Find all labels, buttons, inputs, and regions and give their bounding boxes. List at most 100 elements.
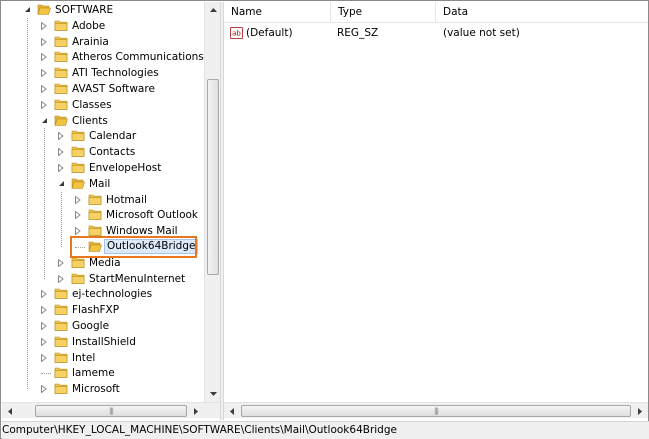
tree-item-outlook64bridge[interactable]: Outlook64Bridge — [2, 239, 204, 255]
tree-item-label: Intel — [72, 351, 96, 364]
expand-arrow-icon[interactable] — [58, 274, 65, 283]
column-header-data[interactable]: Data — [436, 2, 648, 23]
expand-arrow-icon[interactable] — [41, 69, 48, 78]
folder-icon — [54, 50, 68, 63]
tree-connector-line — [44, 128, 45, 279]
scroll-left-arrow-icon[interactable] — [224, 403, 240, 419]
folder-icon — [71, 256, 85, 269]
tree-item-label: EnvelopeHost — [89, 162, 162, 174]
tree-item-label: Microsoft Outlook — [106, 209, 199, 222]
tree-item-lameme[interactable]: lameme — [2, 365, 204, 381]
tree-item-label: ATI Technologies — [72, 67, 159, 80]
scroll-grip-icon: ||| — [433, 407, 439, 415]
scroll-down-arrow-icon[interactable] — [205, 386, 220, 402]
folder-icon — [54, 114, 68, 127]
expand-arrow-icon[interactable] — [41, 385, 48, 394]
tree-item-software[interactable]: SOFTWARE — [2, 2, 204, 18]
tree-item-ej-technologies[interactable]: ej-technologies — [2, 286, 204, 302]
expand-arrow-icon[interactable] — [58, 258, 65, 267]
expand-arrow-icon[interactable] — [41, 21, 48, 30]
scroll-right-arrow-icon[interactable] — [188, 403, 204, 419]
folder-icon — [54, 351, 68, 364]
expand-arrow-icon[interactable] — [41, 322, 48, 330]
tree-item-label: Windows Mail — [106, 225, 178, 238]
tree-item-label: Google — [72, 320, 110, 332]
tree-item-microsoft-outlook[interactable]: Microsoft Outlook — [2, 207, 204, 223]
tree-item-adobe[interactable]: Adobe — [2, 18, 204, 34]
tree-item-mail[interactable]: Mail — [2, 176, 204, 192]
folder-icon — [54, 287, 68, 300]
expand-arrow-icon[interactable] — [41, 85, 48, 93]
collapse-arrow-icon[interactable] — [41, 117, 48, 125]
folder-icon — [71, 272, 85, 285]
tree-item-classes[interactable]: Classes — [2, 97, 204, 113]
value-row-default[interactable]: ab (Default) REG_SZ (value not set) — [224, 25, 648, 42]
expand-arrow-icon[interactable] — [41, 306, 48, 315]
tree-item-label: StartMenuInternet — [89, 272, 186, 285]
folder-icon — [54, 66, 68, 79]
tree-item-ati-technologies[interactable]: ATI Technologies — [2, 65, 204, 81]
tree-item-label: Mail — [89, 177, 111, 190]
folder-icon — [54, 366, 68, 379]
expand-arrow-icon[interactable] — [58, 132, 65, 141]
column-header-type[interactable]: Type — [331, 2, 436, 23]
expand-arrow-icon[interactable] — [41, 337, 48, 346]
registry-values-list: Name Type Data ab (Default) REG_SZ (valu… — [224, 2, 648, 420]
expand-arrow-icon[interactable] — [41, 53, 48, 62]
registry-key-tree: SOFTWARE Adobe Arainia Atheros Communicatio… — [2, 2, 220, 420]
tree-item-label: Hotmail — [106, 193, 147, 206]
tree-item-arainia[interactable]: Arainia — [2, 34, 204, 50]
string-value-icon: ab — [230, 27, 243, 39]
tree-connector-line — [41, 373, 51, 375]
expand-arrow-icon[interactable] — [41, 290, 48, 299]
folder-icon — [54, 335, 68, 348]
svg-text:ab: ab — [232, 30, 241, 38]
tree-vertical-scroll-thumb[interactable] — [207, 79, 219, 275]
expand-arrow-icon[interactable] — [75, 195, 82, 204]
values-column-header: Name Type Data — [224, 2, 648, 23]
tree-horizontal-scrollbar[interactable]: ||| — [2, 402, 220, 418]
tree-item-installshield[interactable]: InstallShield — [2, 334, 204, 350]
expand-arrow-icon[interactable] — [75, 227, 82, 236]
scroll-left-arrow-icon[interactable] — [2, 403, 18, 419]
tree-item-media[interactable]: Media — [2, 255, 204, 271]
tree-item-clients[interactable]: Clients — [2, 113, 204, 129]
values-horizontal-scroll-thumb[interactable]: ||| — [241, 405, 631, 417]
tree-item-hotmail[interactable]: Hotmail — [2, 192, 204, 208]
tree-item-avast-software[interactable]: AVAST Software — [2, 81, 204, 97]
tree-item-windows-mail[interactable]: Windows Mail — [2, 223, 204, 239]
values-horizontal-scrollbar[interactable]: ||| — [224, 402, 648, 418]
tree-connector-line — [75, 247, 85, 248]
tree-item-calendar[interactable]: Calendar — [2, 128, 204, 144]
tree-item-label: FlashFXP — [72, 304, 120, 317]
tree-item-envelopehost[interactable]: EnvelopeHost — [2, 160, 204, 176]
column-header-name[interactable]: Name — [224, 2, 331, 23]
collapse-arrow-icon[interactable] — [58, 180, 65, 188]
scroll-right-arrow-icon[interactable] — [632, 403, 648, 419]
tree-horizontal-scroll-thumb[interactable]: ||| — [35, 405, 187, 417]
tree-item-flashfxp[interactable]: FlashFXP — [2, 302, 204, 318]
tree-item-atheros-communications-inc[interactable]: Atheros Communications Inc — [2, 49, 204, 65]
collapse-arrow-icon[interactable] — [24, 6, 31, 14]
tree-item-contacts[interactable]: Contacts — [2, 144, 204, 160]
tree-item-google[interactable]: Google — [2, 318, 204, 334]
folder-icon — [71, 145, 85, 158]
folder-icon — [54, 98, 68, 111]
tree-item-label: InstallShield — [72, 335, 136, 348]
expand-arrow-icon[interactable] — [58, 148, 65, 157]
tree-item-label: Adobe — [72, 19, 106, 32]
tree-item-startmenuinternet[interactable]: StartMenuInternet — [2, 271, 204, 287]
expand-arrow-icon[interactable] — [41, 353, 48, 362]
folder-icon — [54, 319, 68, 332]
expand-arrow-icon[interactable] — [41, 37, 48, 46]
expand-arrow-icon[interactable] — [75, 211, 82, 220]
tree-item-label: SOFTWARE — [55, 4, 114, 16]
tree-item-label: Media — [89, 256, 121, 269]
tree-item-label: ej-technologies — [72, 288, 153, 301]
tree-item-microsoft[interactable]: Microsoft — [2, 381, 204, 397]
tree-item-intel[interactable]: Intel — [2, 350, 204, 366]
expand-arrow-icon[interactable] — [41, 100, 48, 109]
scroll-up-arrow-icon[interactable] — [205, 2, 220, 18]
tree-vertical-scrollbar[interactable] — [204, 2, 220, 402]
expand-arrow-icon[interactable] — [58, 164, 65, 172]
